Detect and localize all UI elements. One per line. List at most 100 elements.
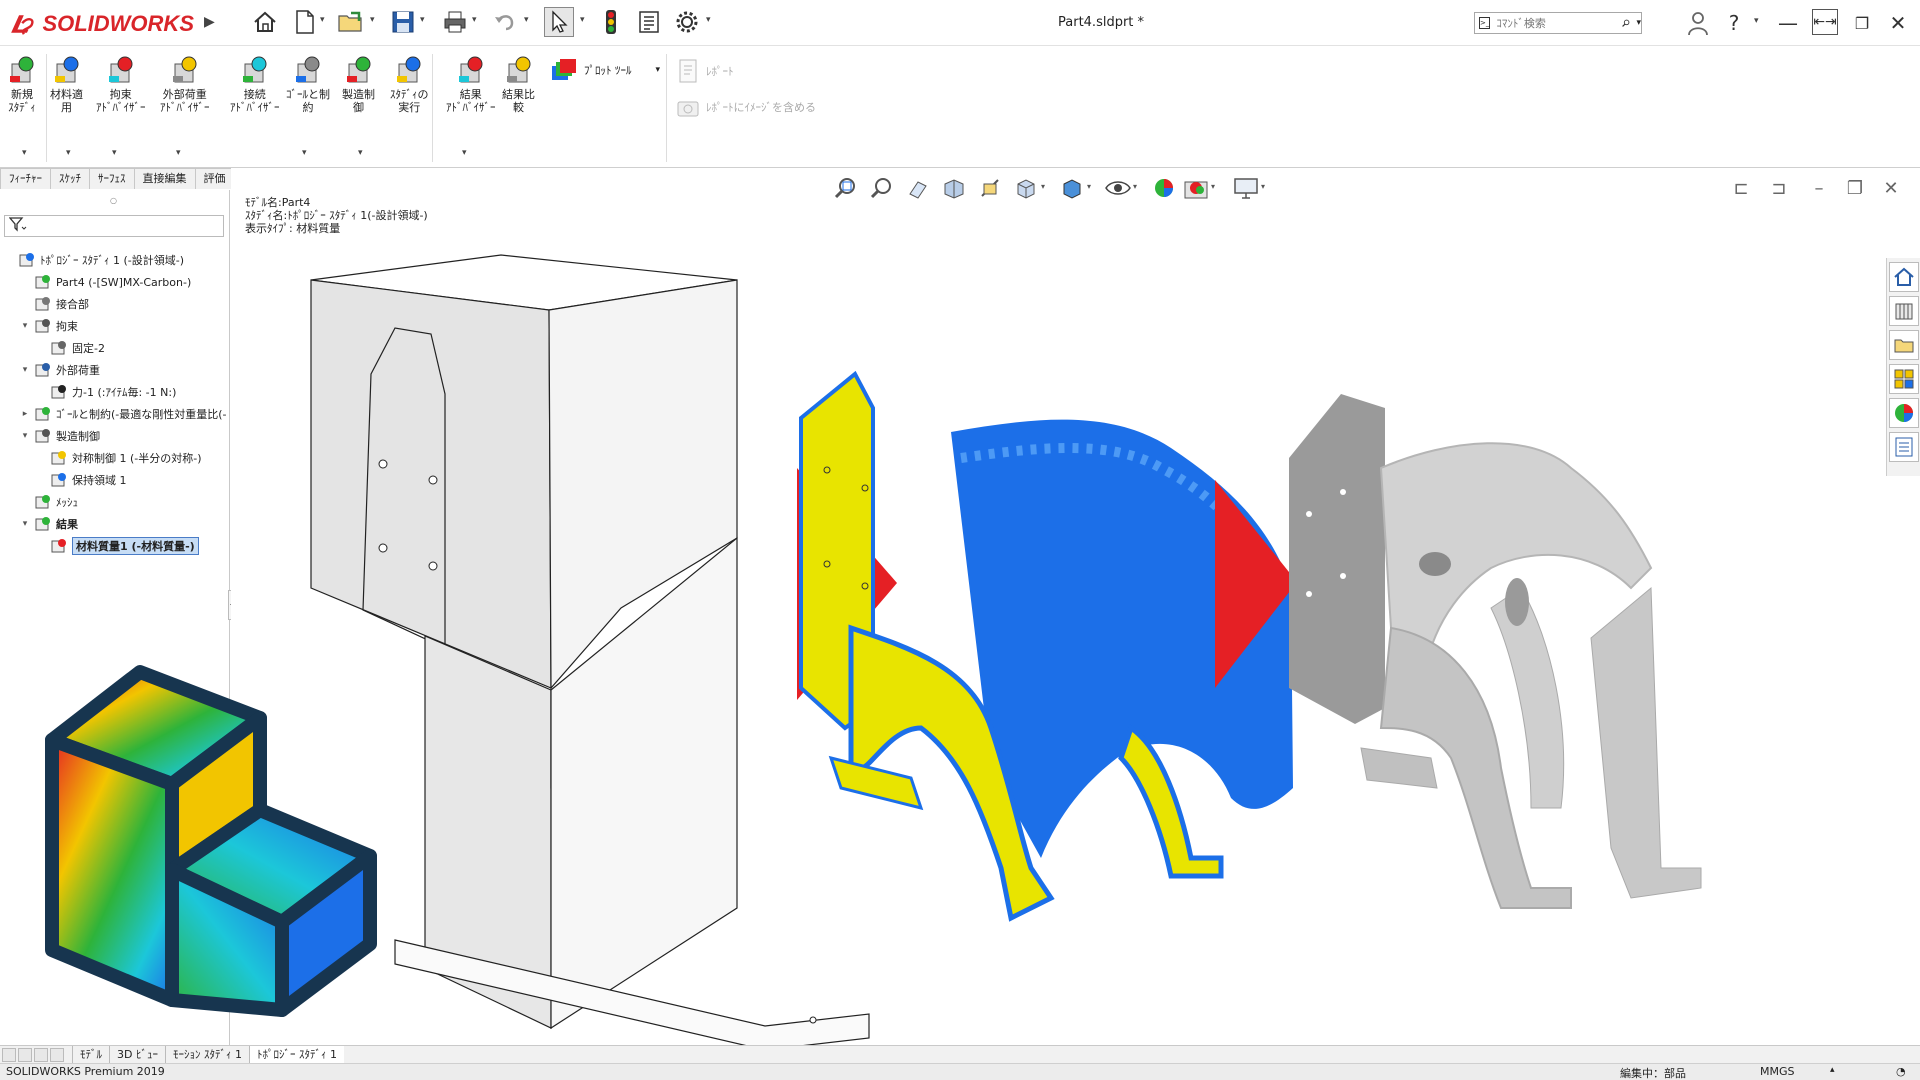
options-dropdown-arrow[interactable]: ▾ <box>706 15 711 25</box>
pane-splitter-dot[interactable]: ○ <box>110 196 117 205</box>
view-palette-tab[interactable] <box>1889 364 1919 394</box>
save-dropdown-arrow[interactable]: ▾ <box>420 15 425 25</box>
viewport-close-button[interactable]: ✕ <box>1879 176 1903 200</box>
status-help-icon[interactable]: ◔ <box>1896 1065 1906 1078</box>
print-dropdown-arrow[interactable]: ▾ <box>472 15 477 25</box>
tree-item[interactable]: 力-1 (:ｱｲﾃﾑ毎: -1 N:) <box>36 382 176 402</box>
ribbon-dropdown-arrow[interactable]: ▾ <box>66 148 71 158</box>
file-properties-button[interactable] <box>634 7 664 37</box>
help-button[interactable]: ? <box>1720 9 1748 37</box>
tree-item[interactable]: 材料質量1 (-材料質量-) <box>36 536 199 556</box>
tree-item[interactable]: ▾ 製造制御 <box>20 426 100 446</box>
document-tab[interactable]: ﾓｰｼｮﾝ ｽﾀﾃﾞｨ 1 <box>164 1046 249 1063</box>
apply-scene-button[interactable] <box>1181 174 1211 202</box>
tree-item[interactable]: 保持領域 1 <box>36 470 127 490</box>
zoom-to-area-button[interactable] <box>867 174 897 202</box>
options-button[interactable] <box>672 7 702 37</box>
report-button[interactable]: ﾚﾎﾟｰﾄ <box>676 58 734 84</box>
tree-item[interactable]: ▾ 結果 <box>20 514 78 534</box>
select-button[interactable] <box>544 7 574 37</box>
tree-item[interactable]: Part4 (-[SW]MX-Carbon-) <box>20 272 191 292</box>
viewport-minimize-button[interactable]: – <box>1807 176 1831 200</box>
home-button[interactable] <box>250 7 280 37</box>
tree-item[interactable]: 固定-2 <box>36 338 105 358</box>
open-button[interactable] <box>336 7 366 37</box>
dynamic-annotation-button[interactable] <box>975 174 1005 202</box>
viewport-collapse-left-button[interactable]: ⊏ <box>1729 176 1753 200</box>
command-tab[interactable]: ｻｰﾌｪｽ <box>89 168 135 189</box>
tree-expander[interactable]: ▾ <box>20 519 30 529</box>
viewport-restore-button[interactable]: ❐ <box>1843 176 1867 200</box>
ribbon-dropdown-arrow[interactable]: ▾ <box>112 148 117 158</box>
help-dropdown-arrow[interactable]: ▾ <box>1754 16 1759 26</box>
ribbon-dropdown-arrow[interactable]: ▾ <box>302 148 307 158</box>
plot-tools-dropdown-arrow[interactable]: ▾ <box>656 65 661 75</box>
command-tab[interactable]: ﾌｨｰﾁｬｰ <box>0 168 51 189</box>
custom-properties-tab[interactable] <box>1889 432 1919 462</box>
tree-expander[interactable]: ▾ <box>20 321 30 331</box>
hide-show-items-button[interactable] <box>1103 174 1133 202</box>
display-style-dropdown-arrow[interactable]: ▾ <box>1087 182 1091 191</box>
tree-expander[interactable]: ▾ <box>20 431 30 441</box>
ribbon-dropdown-arrow[interactable]: ▾ <box>176 148 181 158</box>
undo-dropdown-arrow[interactable]: ▾ <box>524 15 529 25</box>
ribbon-button-fixture-advisor[interactable]: 拘束 ｱﾄﾞﾊﾞｲｻﾞｰ <box>96 54 146 114</box>
tab-prev-arrow[interactable] <box>18 1047 32 1062</box>
user-account-button[interactable] <box>1684 9 1712 37</box>
rebuild-button[interactable] <box>596 7 626 37</box>
tree-item[interactable]: ▸ ｺﾞｰﾙと制約(-最適な剛性対重量比(- <box>20 404 227 424</box>
tree-expander[interactable]: ▸ <box>20 409 30 419</box>
print-button[interactable] <box>440 7 470 37</box>
graphics-area[interactable]: ﾓﾃﾞﾙ名:Part4 ｽﾀﾃﾞｨ名:ﾄﾎﾟﾛｼﾞｰ ｽﾀﾃﾞｨ 1(-設計領域… <box>231 168 1920 1045</box>
ribbon-dropdown-arrow[interactable]: ▾ <box>22 148 27 158</box>
tree-item[interactable]: ▾ 外部荷重 <box>20 360 100 380</box>
tab-first-arrow[interactable] <box>2 1047 16 1062</box>
command-tab[interactable]: 評価 <box>194 168 235 189</box>
search-icon[interactable] <box>1622 16 1630 30</box>
menu-expand-arrow[interactable]: ▶ <box>204 14 215 30</box>
solidworks-resources-tab[interactable] <box>1889 262 1919 292</box>
search-dropdown-arrow[interactable]: ▾ <box>1636 18 1641 28</box>
edit-appearance-button[interactable] <box>1149 174 1179 202</box>
design-space-block[interactable] <box>310 254 870 1045</box>
dock-button[interactable]: ⇤⇥ <box>1812 9 1838 35</box>
view-settings-dropdown-arrow[interactable]: ▾ <box>1261 182 1265 191</box>
command-tab[interactable]: ｽｹｯﾁ <box>50 168 90 189</box>
new-document-button[interactable] <box>290 7 320 37</box>
undo-button[interactable] <box>490 7 520 37</box>
optimized-part-model[interactable] <box>1289 394 1702 909</box>
view-orientation-button[interactable] <box>1011 174 1041 202</box>
tree-expander[interactable]: ▾ <box>20 365 30 375</box>
ribbon-button-run-study[interactable]: ｽﾀﾃﾞｨの 実行 <box>390 54 429 114</box>
ribbon-button-new-study[interactable]: 新規 ｽﾀﾃﾞｨ <box>6 54 38 114</box>
units-dropdown-arrow[interactable]: ▴ <box>1830 1065 1835 1075</box>
viewport-collapse-right-button[interactable]: ⊐ <box>1767 176 1791 200</box>
hide-show-dropdown-arrow[interactable]: ▾ <box>1133 182 1137 191</box>
previous-view-button[interactable] <box>903 174 933 202</box>
ribbon-button-apply-material[interactable]: 材料適 用 <box>50 54 83 114</box>
tab-last-arrow[interactable] <box>50 1047 64 1062</box>
solidworks-logo[interactable]: SOLIDWORKS <box>8 6 194 42</box>
command-search[interactable]: >_ ▾ <box>1474 12 1642 34</box>
ribbon-button-goals-constraints[interactable]: ｺﾞｰﾙと制 約 <box>286 54 330 114</box>
document-tab[interactable]: 3D ﾋﾞｭｰ <box>109 1046 165 1063</box>
document-tab[interactable]: ﾓﾃﾞﾙ <box>72 1046 109 1063</box>
close-button[interactable]: ✕ <box>1884 9 1912 37</box>
tree-item[interactable]: ﾄﾎﾟﾛｼﾞｰ ｽﾀﾃﾞｨ 1 (-設計領域-) <box>4 250 184 270</box>
restore-button[interactable]: ❐ <box>1848 9 1876 37</box>
search-input[interactable] <box>1496 16 1617 30</box>
include-image-report-button[interactable]: ﾚﾎﾟｰﾄにｲﾒｰｼﾞを含める <box>676 94 816 120</box>
command-tab[interactable]: 直接編集 <box>133 168 196 189</box>
tab-next-arrow[interactable] <box>34 1047 48 1062</box>
tree-item[interactable]: ﾒｯｼｭ <box>20 492 78 512</box>
plot-tools-button[interactable]: ﾌﾟﾛｯﾄ ﾂｰﾙ ▾ <box>550 58 660 82</box>
tree-filter[interactable] <box>4 215 224 237</box>
ribbon-dropdown-arrow[interactable]: ▾ <box>358 148 363 158</box>
zoom-to-fit-button[interactable] <box>831 174 861 202</box>
save-button[interactable] <box>388 7 418 37</box>
select-dropdown-arrow[interactable]: ▾ <box>580 15 585 25</box>
file-explorer-tab[interactable] <box>1889 330 1919 360</box>
design-library-tab[interactable] <box>1889 296 1919 326</box>
new-dropdown-arrow[interactable]: ▾ <box>320 15 325 25</box>
apply-scene-dropdown-arrow[interactable]: ▾ <box>1211 182 1215 191</box>
